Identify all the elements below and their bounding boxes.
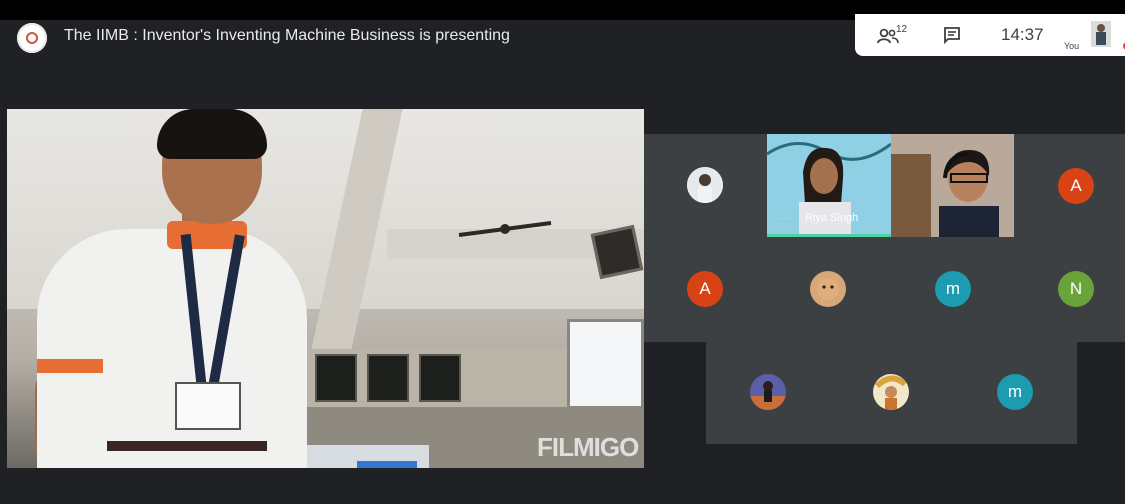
meeting-logo-icon xyxy=(17,23,47,53)
video-board xyxy=(419,354,461,402)
participant-video-tile[interactable] xyxy=(891,134,1014,237)
participant-video xyxy=(891,134,1014,237)
chat-icon xyxy=(944,27,960,45)
audio-level-icon: ••• xyxy=(778,214,792,225)
participant-photo-icon xyxy=(873,374,909,410)
participant-avatar[interactable]: N xyxy=(1058,271,1094,307)
active-speaker-bar xyxy=(767,234,891,237)
participant-initial: N xyxy=(1069,279,1083,298)
video-person-hair xyxy=(157,109,267,159)
participant-initial: A xyxy=(1070,176,1082,195)
participant-photo-icon xyxy=(810,271,846,307)
participant-photo[interactable] xyxy=(810,271,846,307)
participant-photo-icon xyxy=(750,374,786,410)
video-frame xyxy=(590,224,644,280)
self-label: You xyxy=(1064,41,1080,51)
participant-initial: m xyxy=(945,279,961,298)
ceiling-fan-icon xyxy=(458,221,552,237)
presentation-title: The IIMB : Inventor's Inventing Machine … xyxy=(64,27,510,44)
chat-button[interactable] xyxy=(943,26,961,49)
participant-initial: m xyxy=(1007,382,1023,401)
video-id-card xyxy=(175,382,241,430)
self-avatar[interactable] xyxy=(1091,21,1111,47)
self-avatar-icon xyxy=(1091,21,1111,47)
participant-photo[interactable] xyxy=(687,167,723,203)
presenter-video[interactable]: FILMIGO xyxy=(7,109,644,468)
participant-photo[interactable] xyxy=(873,374,909,410)
video-board xyxy=(315,354,357,402)
video-window xyxy=(567,319,644,409)
video-person-torso xyxy=(37,229,307,468)
video-watermark: FILMIGO xyxy=(537,432,639,462)
participants-count: 12 xyxy=(896,24,908,35)
participant-photo-icon xyxy=(687,167,723,203)
video-sleeve xyxy=(37,359,103,373)
video-board xyxy=(367,354,409,402)
meeting-clock: 14:37 xyxy=(1001,25,1044,44)
participant-initial: A xyxy=(699,279,711,298)
video-belt xyxy=(107,441,267,451)
video-progress-bar xyxy=(357,461,417,468)
participant-avatar[interactable]: m xyxy=(935,271,971,307)
meeting-controls-panel: 12 14:37 You xyxy=(855,14,1125,56)
participant-avatar[interactable]: A xyxy=(1058,168,1094,204)
participants-button[interactable]: 12 xyxy=(877,24,911,48)
riya-singh-name: Riya Singh xyxy=(805,212,859,224)
participant-avatar[interactable]: m xyxy=(997,374,1033,410)
participant-photo[interactable] xyxy=(750,374,786,410)
participant-avatar[interactable]: A xyxy=(687,271,723,307)
